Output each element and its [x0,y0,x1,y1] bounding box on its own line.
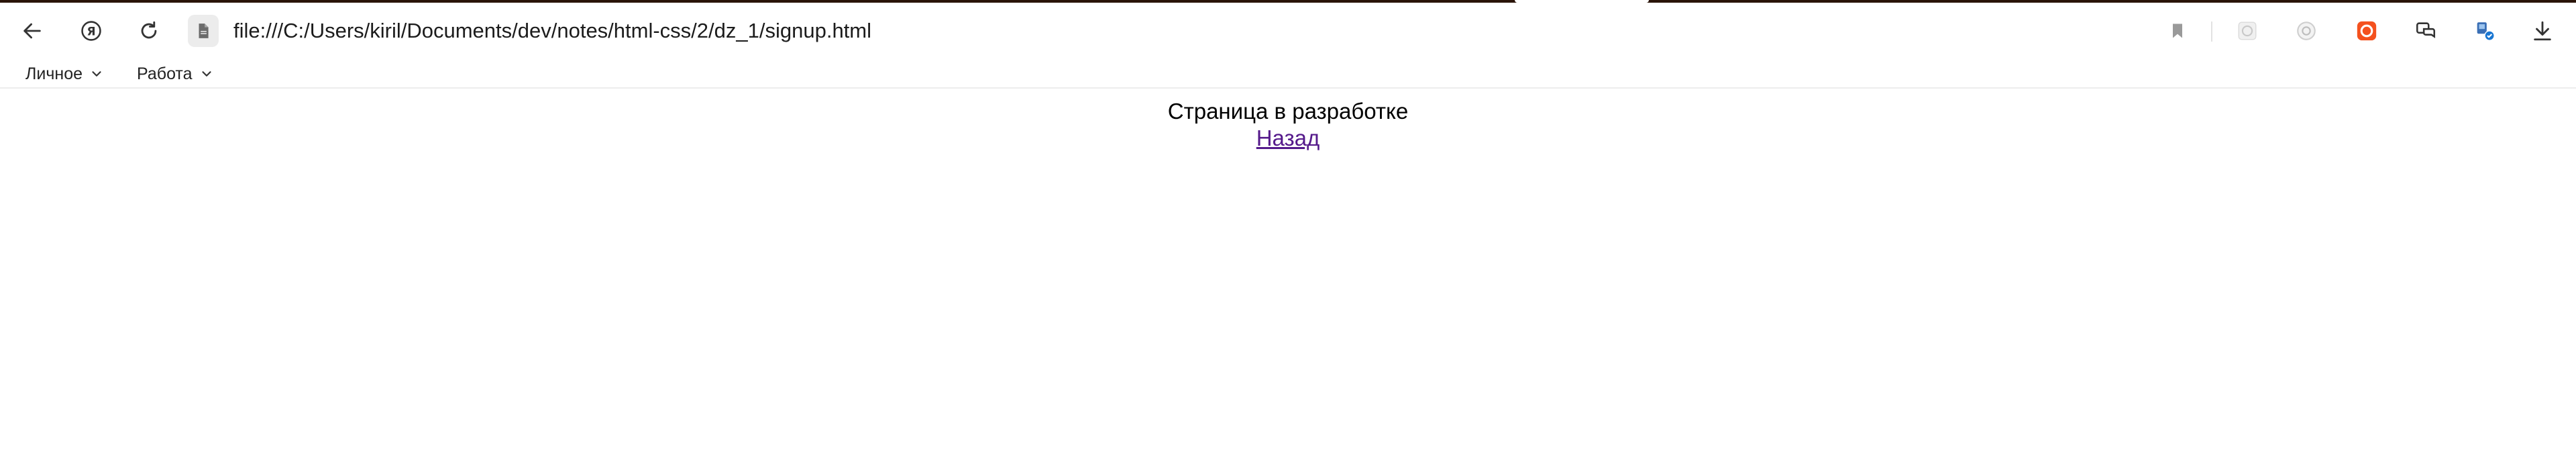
extension-2-button[interactable] [2288,12,2325,50]
chevron-down-icon [201,71,211,77]
back-link[interactable]: Назад [1256,126,1320,150]
bookmark-folder-work[interactable]: Работа [137,62,214,86]
svg-text:Я: Я [87,25,95,38]
browser-toolbar: Я file:///C:/Users/kiril/Documents/dev/n… [0,3,2576,59]
bookmarks-bar: Личное Работа [0,59,2576,89]
bookmark-folder-personal[interactable]: Личное [25,62,104,86]
bookmark-folder-label: Работа [137,64,193,83]
chat-extension-icon [2416,22,2436,38]
bookmark-icon [2173,23,2182,38]
yandex-logo-icon: Я [81,21,101,41]
extension-1-icon [2238,21,2257,40]
profile-extension-icon [2477,22,2495,41]
bookmark-folder-label: Личное [25,64,83,83]
back-button[interactable] [13,12,51,50]
downloads-button[interactable] [2524,12,2561,50]
chevron-down-icon [92,71,101,77]
file-icon [199,23,209,38]
extension-4-button[interactable] [2407,12,2445,50]
profile-extension-button[interactable] [2466,12,2504,50]
toolbar-divider [2211,21,2212,42]
yandex-home-button[interactable]: Я [72,12,110,50]
download-icon [2534,21,2551,41]
extension-1-button[interactable] [2229,12,2266,50]
page-info-button[interactable] [188,15,219,47]
extension-2-icon [2297,21,2316,40]
reload-button[interactable] [130,12,168,50]
extension-3-button[interactable] [2348,12,2385,50]
extension-3-icon [2357,21,2377,41]
address-bar[interactable]: file:///C:/Users/kiril/Documents/dev/not… [233,19,871,43]
page-heading: Страница в разработке [1167,99,1409,124]
bookmark-button[interactable] [2159,12,2196,50]
back-arrow-icon [23,23,41,39]
reload-icon [141,21,157,39]
page-content: Страница в разработке Назад [0,98,2576,152]
